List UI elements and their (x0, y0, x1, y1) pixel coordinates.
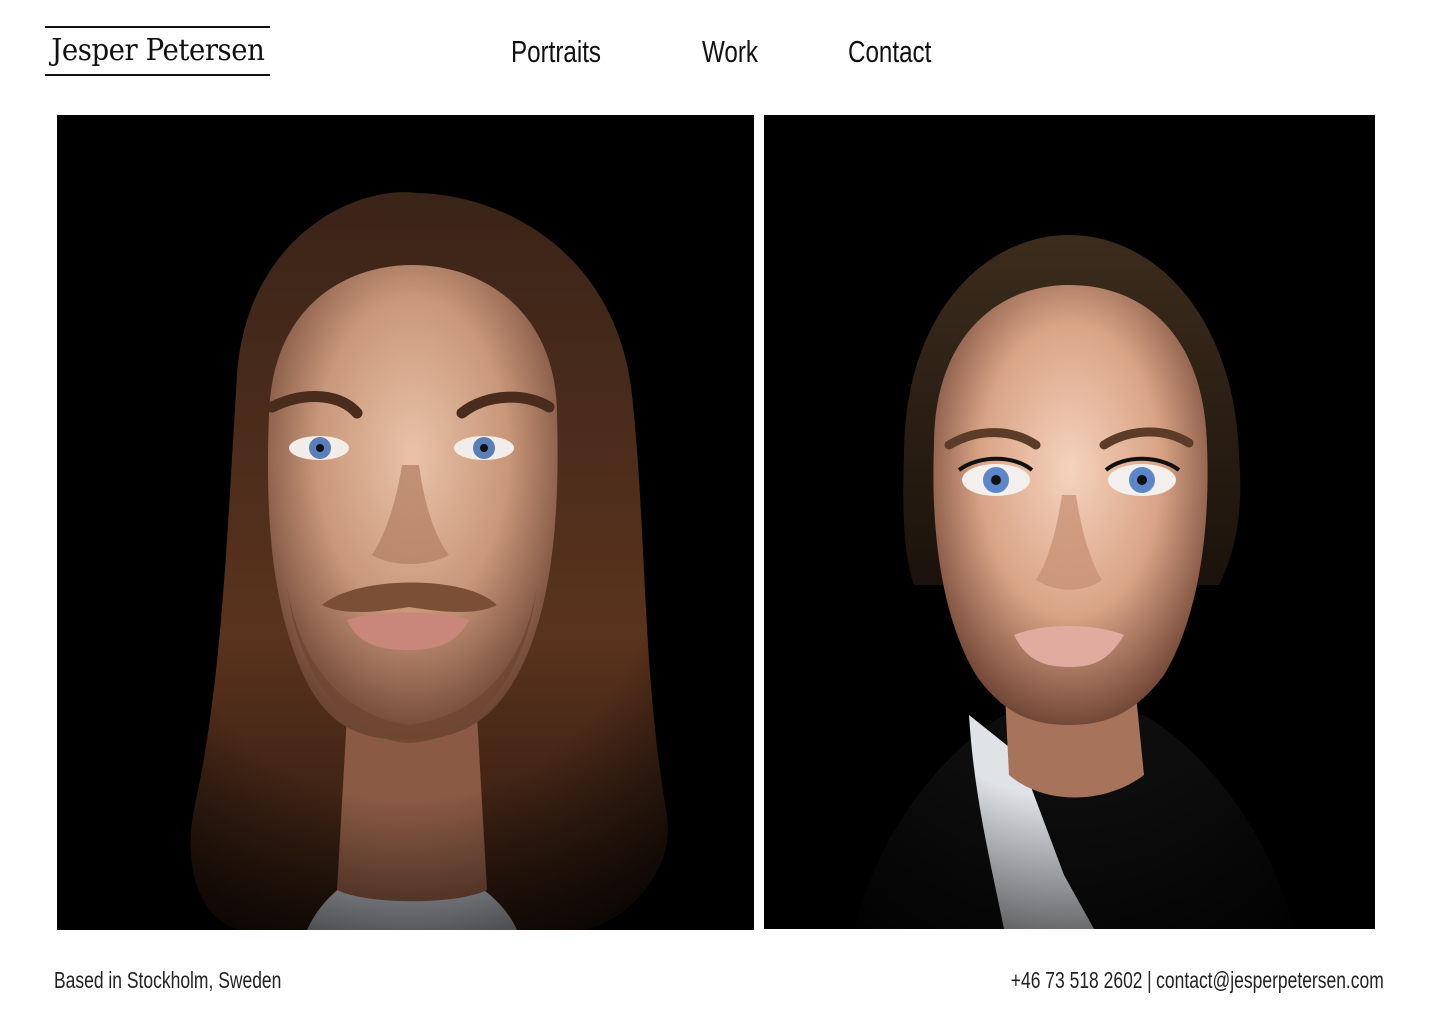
footer-phone-link[interactable]: +46 73 518 2602 (1011, 967, 1143, 993)
nav-portraits[interactable]: Portraits (511, 32, 601, 72)
portrait-photo-woman[interactable] (764, 115, 1375, 929)
footer-email-link[interactable]: contact@jesperpetersen.com (1156, 967, 1384, 993)
site-logo[interactable]: Jesper Petersen (45, 26, 270, 76)
logo-text: Jesper Petersen (50, 33, 265, 68)
footer-location: Based in Stockholm, Sweden (54, 967, 282, 993)
footer-contact-info: +46 73 518 2602 | contact@jesperpetersen.c… (1011, 962, 1384, 998)
portrait-man-image (57, 115, 754, 930)
portrait-woman-image (764, 115, 1375, 929)
nav-contact[interactable]: Contact (848, 32, 931, 72)
footer-separator: | (1147, 967, 1152, 993)
nav-work[interactable]: Work (702, 32, 758, 72)
portrait-photo-man[interactable] (57, 115, 754, 930)
